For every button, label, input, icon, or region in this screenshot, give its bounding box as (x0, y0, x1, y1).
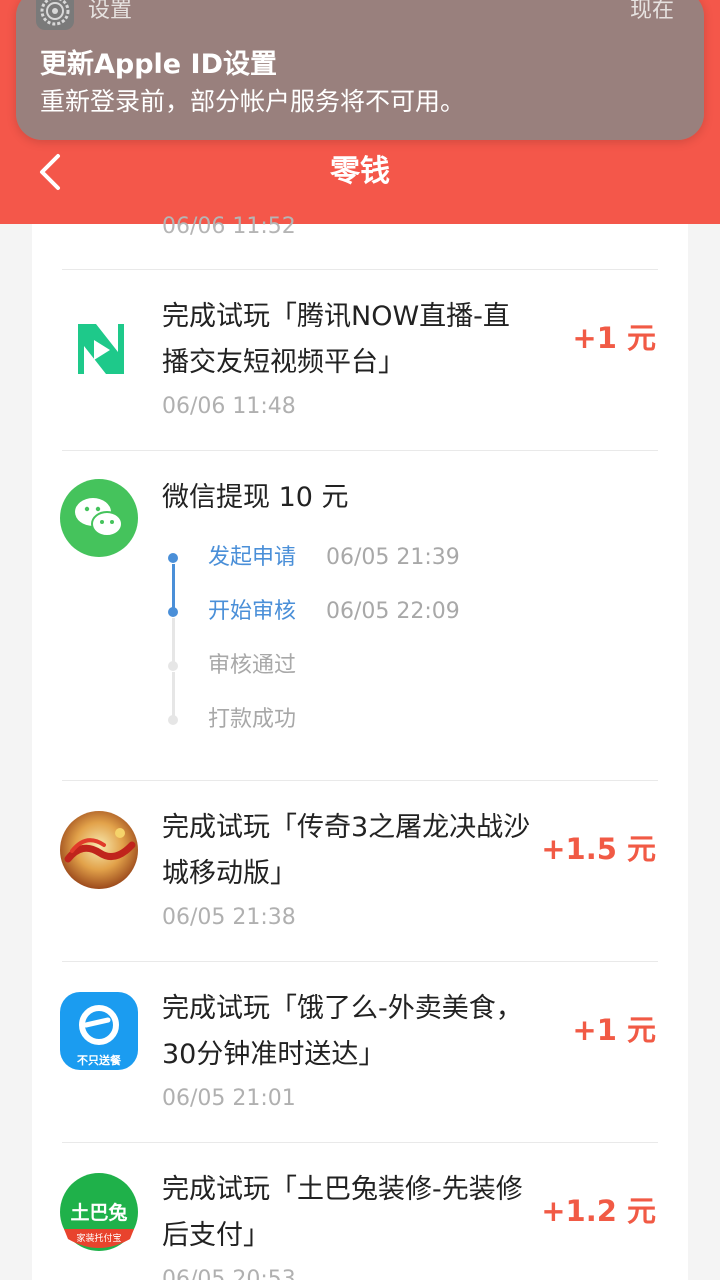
notification-title: 更新Apple ID设置 (40, 49, 277, 80)
system-notification[interactable]: 设置 现在 更新Apple ID设置 重新登录前，部分帐户服务将不可用。 (16, 0, 704, 140)
previous-item-time: 06/06 11:52 (162, 214, 296, 239)
item-time: 06/05 20:53 (162, 1267, 296, 1280)
page-title: 零钱 (330, 154, 390, 189)
step-label: 开始审核 (208, 599, 297, 624)
timeline-dot (168, 715, 178, 725)
notification-app-name: 设置 (88, 0, 133, 23)
transaction-list: 06/06 11:52 完成试玩「腾讯NOW直播-直播交友短视频平台」 06/0… (32, 214, 688, 1280)
tubatu-app-icon: 土巴兔 家装托付宝 (60, 1173, 138, 1251)
item-time: 06/05 21:01 (162, 1086, 296, 1111)
item-amount: +1.5 元 (541, 832, 656, 866)
eleme-app-icon: 不只送餐 (60, 992, 138, 1070)
timeline-line (172, 672, 175, 716)
step-label: 审核通过 (208, 653, 297, 678)
icon-text: 土巴兔 (70, 1201, 127, 1224)
timeline-line (172, 618, 175, 662)
item-amount: +1 元 (572, 321, 656, 355)
withdrawal-item[interactable]: 微信提现 10 元 发起申请 06/05 21:39 开始审核 06/05 22… (32, 451, 688, 780)
withdrawal-title: 微信提现 10 元 (162, 482, 349, 513)
item-amount: +1.2 元 (541, 1194, 656, 1228)
notification-body: 重新登录前，部分帐户服务将不可用。 (40, 87, 466, 116)
list-item[interactable]: 完成试玩「腾讯NOW直播-直播交友短视频平台」 06/06 11:48 +1 元 (32, 270, 688, 450)
now-live-app-icon (60, 310, 138, 388)
item-title: 完成试玩「饿了么-外卖美食，30分钟准时送达」 (162, 993, 523, 1070)
step-time: 06/05 22:09 (326, 599, 460, 624)
legend3-game-icon (60, 811, 138, 889)
list-item[interactable]: 不只送餐 完成试玩「饿了么-外卖美食，30分钟准时送达」 06/05 21:01… (32, 962, 688, 1142)
icon-caption: 不只送餐 (77, 1053, 122, 1067)
item-title: 完成试玩「土巴兔装修-先装修后支付」 (162, 1174, 523, 1251)
item-time: 06/05 21:38 (162, 905, 296, 930)
settings-gear-icon (36, 0, 74, 30)
notification-time: 现在 (629, 0, 674, 23)
list-item[interactable]: 土巴兔 家装托付宝 完成试玩「土巴兔装修-先装修后支付」 06/05 20:53… (32, 1143, 688, 1280)
item-title: 完成试玩「传奇3之屠龙决战沙城移动版」 (162, 812, 531, 889)
list-item[interactable]: 完成试玩「传奇3之屠龙决战沙城移动版」 06/05 21:38 +1.5 元 (32, 781, 688, 961)
timeline-dot (168, 661, 178, 671)
icon-caption: 家装托付宝 (76, 1232, 121, 1244)
item-title: 完成试玩「腾讯NOW直播-直播交友短视频平台」 (162, 301, 510, 378)
item-amount: +1 元 (572, 1013, 656, 1047)
step-label: 打款成功 (208, 707, 297, 732)
timeline-line (172, 564, 175, 608)
item-time: 06/06 11:48 (162, 394, 296, 419)
timeline-dot (168, 607, 178, 617)
step-time: 06/05 21:39 (326, 545, 460, 570)
wallet-page: 零钱 06/06 11:52 完成试玩「腾讯NOW直播-直播交友短视频平台」 0… (0, 0, 720, 1280)
step-label: 发起申请 (208, 545, 297, 570)
timeline-dot (168, 553, 178, 563)
wechat-icon (60, 479, 138, 557)
